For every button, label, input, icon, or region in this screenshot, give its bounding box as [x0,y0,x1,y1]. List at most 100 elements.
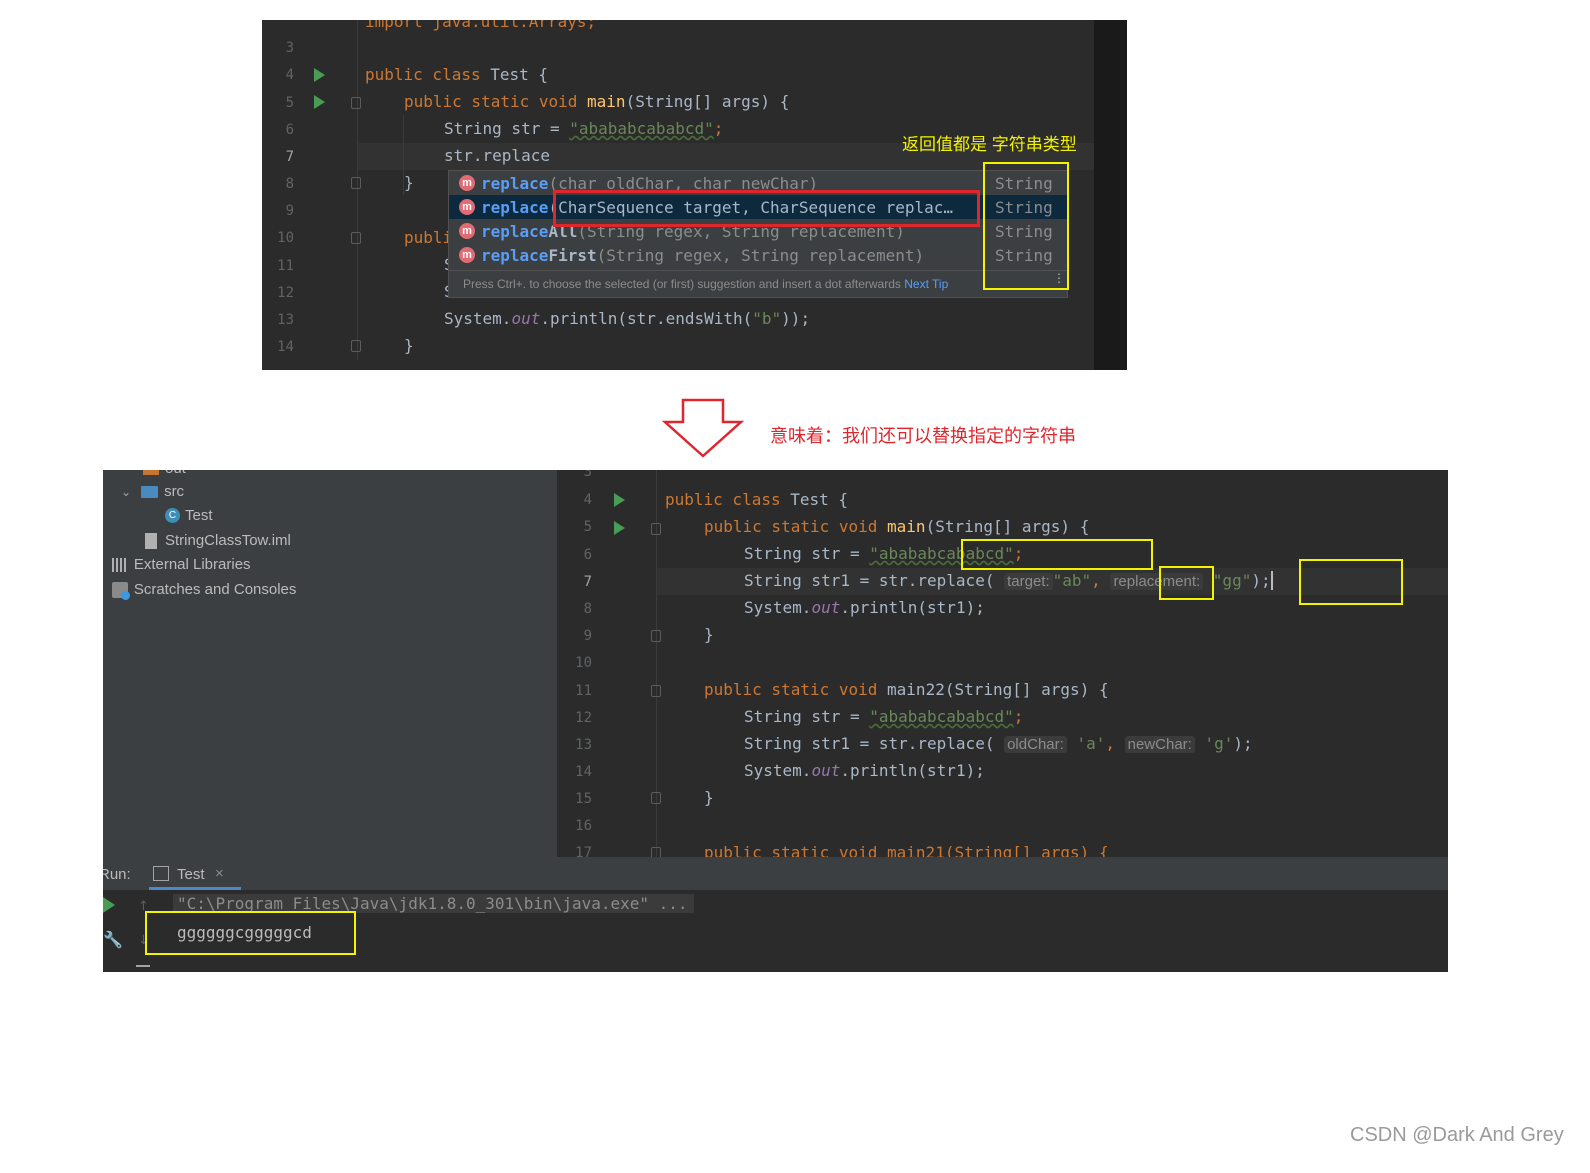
popup-divider [449,270,1067,271]
watermark: CSDN @Dark And Grey [1350,1124,1564,1146]
tree-item-out[interactable]: out [143,470,186,477]
code-line[interactable]: System.out.println(str.endsWith("b")); [444,309,810,328]
code-line[interactable]: public class Test { [365,65,548,84]
scratches-icon [111,581,130,600]
indent-guide [357,20,358,360]
line-number: 5 [583,519,592,535]
code-line[interactable]: String str = "abababcababcd"; [444,119,723,138]
line-number: 4 [285,67,294,83]
minimize-icon[interactable] [136,965,150,967]
code-line[interactable]: String str1 = str.replace( oldChar: 'a',… [744,734,1253,753]
code-line[interactable]: System.out.println(str1); [744,598,985,617]
code-line[interactable]: public static void main22(String[] args)… [704,680,1109,699]
iml-file-icon [145,532,157,549]
run-gutter-icon[interactable] [614,521,625,535]
folder-icon [143,470,159,475]
fold-marker-icon[interactable] [351,232,361,244]
fold-marker-icon[interactable] [651,523,661,535]
active-tab-underline [149,887,241,890]
line-number: 11 [575,683,592,699]
tree-item-iml[interactable]: StringClassTow.iml [145,532,291,549]
partial-import-line: import java.util.Arrays; [365,20,596,31]
line-number: 7 [285,149,294,165]
tree-item-test[interactable]: C Test [165,507,213,524]
editor-right-strip [1094,20,1127,370]
chevron-down-icon[interactable]: ⌄ [121,485,131,499]
down-arrow-icon [662,398,745,458]
code-line[interactable]: } [704,625,714,644]
highlight-box-yellow [1159,566,1214,600]
run-gutter-icon[interactable] [314,95,325,109]
code-line[interactable]: public static void main(String[] args) { [404,92,789,111]
highlight-box-yellow [1299,559,1403,605]
chevron-right-icon[interactable]: › [103,558,104,572]
highlight-box-yellow [961,539,1153,570]
run-gutter-icon[interactable] [314,68,325,82]
folder-icon [141,485,159,498]
text-cursor [1270,571,1273,590]
line-number: 3 [583,470,592,480]
chevron-right-icon[interactable]: › [103,583,104,597]
line-number: 13 [575,737,592,753]
line-number: 13 [277,312,294,328]
fold-marker-icon[interactable] [651,685,661,697]
tree-item-external-libraries[interactable]: › External Libraries [103,556,251,573]
line-number: 9 [285,203,294,219]
run-tab-test[interactable]: Test [177,866,205,883]
fold-marker-icon[interactable] [351,177,361,189]
run-panel-header: Run: Test × [103,857,1448,890]
code-line[interactable]: public class Test { [665,490,848,509]
code-line[interactable]: System.out.println(str1); [744,761,985,780]
tree-item-src[interactable]: ⌄ src [121,483,184,500]
line-number: 7 [583,574,592,590]
fold-marker-icon[interactable] [351,340,361,352]
highlight-box-red [553,190,980,227]
bottom-editor: 3 4 5 6 7 8 9 10 11 12 13 14 15 16 17 pu… [557,470,1448,862]
code-line[interactable]: } [404,173,414,192]
code-line[interactable]: String str = "abababcababcd"; [744,707,1023,726]
run-label: Run: [103,866,131,883]
highlight-box-yellow [983,162,1069,290]
code-line[interactable]: } [704,788,714,807]
fold-marker-icon[interactable] [351,97,361,109]
line-number: 8 [583,601,592,617]
wrench-icon[interactable]: 🔧 [103,930,123,949]
method-icon: m [459,247,475,263]
import-text: import java.util.Arrays; [365,20,597,31]
highlight-box-yellow [145,911,356,955]
line-number: 10 [575,655,592,671]
java-class-icon: C [165,508,180,523]
param-hint-newchar: newChar: [1124,736,1195,753]
code-line[interactable]: } [404,336,414,355]
code-line[interactable]: publi [404,228,452,247]
method-icon: m [459,223,475,239]
console-tab-icon [153,866,169,881]
close-tab-icon[interactable]: × [215,865,224,882]
line-number: 12 [575,710,592,726]
top-editor: import java.util.Arrays; 3 4 5 6 7 8 9 1… [262,20,1127,370]
project-tree-panel: out ⌄ src C Test StringClassTow.iml › Ex… [103,470,557,857]
line-number: 4 [583,492,592,508]
code-line-current[interactable]: str.replace [444,146,550,165]
tree-item-scratches[interactable]: › Scratches and Consoles [103,581,296,600]
line-number: 3 [285,40,294,56]
line-number: 6 [285,122,294,138]
line-number: 12 [277,285,294,301]
fold-marker-icon[interactable] [651,630,661,642]
line-number: 10 [277,230,294,246]
run-panel: Run: Test × 🔧 ↑ ↓ "C:\Program Files\Java… [103,857,1448,972]
code-line[interactable]: public static void main(String[] args) { [704,517,1089,536]
line-number: 11 [277,258,294,274]
line-number: 14 [277,339,294,355]
line-number: 8 [285,176,294,192]
param-hint-oldchar: oldChar: [1004,736,1067,753]
param-hint-target: target: [1004,573,1053,590]
next-tip-link[interactable]: Next Tip [904,277,948,291]
line-number: 15 [575,791,592,807]
libraries-icon [111,557,128,572]
completion-item[interactable]: m replace First (String regex, String repla… [449,243,1067,267]
fold-marker-icon[interactable] [651,792,661,804]
rerun-icon[interactable] [103,897,115,913]
run-gutter-icon[interactable] [614,493,625,507]
line-number: 6 [583,547,592,563]
